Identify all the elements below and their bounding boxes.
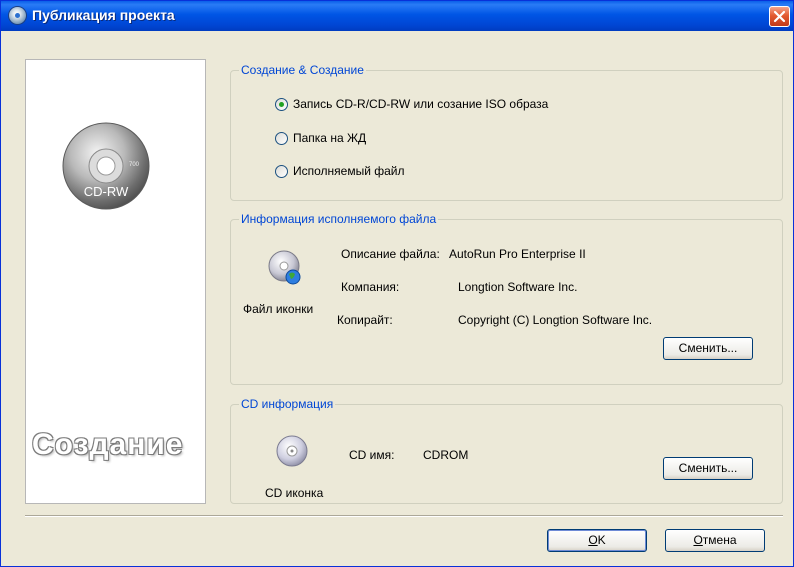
title-bar[interactable]: Публикация проекта (1, 1, 793, 31)
ok-label: K (597, 533, 606, 547)
file-icon-caption: Файл иконки (243, 302, 314, 316)
publish-project-dialog: Публикация проекта CD-RW 700 Создание Со… (0, 0, 794, 567)
radio-hdd-folder-label[interactable]: Папка на ЖД (293, 131, 366, 145)
company-label: Компания: (341, 280, 400, 294)
cd-info-group: CD информация CD иконка CD имя: CDROM См… (230, 397, 783, 504)
cd-rw-label: CD-RW (84, 184, 129, 199)
file-icon-preview[interactable] (267, 250, 303, 286)
close-button[interactable] (769, 6, 790, 27)
change-file-icon-button[interactable]: Сменить... (663, 337, 753, 360)
side-banner: CD-RW 700 Создание (25, 59, 206, 504)
radio-burn-cd-label[interactable]: Запись CD-R/CD-RW или созание ISO образа (293, 97, 548, 111)
cd-rw-disc-icon: CD-RW 700 (62, 122, 150, 210)
description-label: Описание файла: (341, 247, 440, 261)
radio-executable-label[interactable]: Исполняемый файл (293, 164, 405, 178)
cd-icon-preview[interactable] (275, 434, 309, 468)
description-value: AutoRun Pro Enterprise II (449, 247, 586, 261)
cd-name-value: CDROM (423, 448, 469, 462)
footer-separator (25, 515, 783, 517)
change-cd-icon-button[interactable]: Сменить... (663, 457, 753, 480)
cd-icon-caption: CD иконка (265, 486, 324, 500)
ok-accelerator: O (588, 533, 598, 547)
cancel-label: тмена (702, 533, 737, 547)
creation-group-title: Создание & Создание (239, 63, 366, 77)
radio-selected-dot (279, 102, 284, 107)
executable-info-group-title: Информация исполняемого файла (239, 212, 439, 226)
cancel-button[interactable]: Отмена (665, 529, 765, 552)
side-watermark-text: Создание (32, 428, 184, 461)
radio-circle[interactable] (275, 132, 288, 145)
copyright-value: Copyright (C) Longtion Software Inc. (458, 313, 653, 327)
cd-info-group-title: CD информация (239, 397, 336, 411)
cancel-accelerator: О (693, 533, 703, 547)
cd-capacity-label: 700 (129, 162, 140, 168)
close-icon (773, 10, 786, 23)
radio-circle[interactable] (275, 98, 288, 111)
cd-name-label: CD имя: (349, 448, 395, 462)
executable-info-group: Информация исполняемого файла Файл иконк… (230, 212, 783, 385)
window-title: Публикация проекта (32, 7, 175, 23)
app-disc-icon (9, 7, 26, 24)
ok-button[interactable]: OK (547, 529, 647, 552)
copyright-label: Копирайт: (337, 313, 393, 327)
radio-circle[interactable] (275, 165, 288, 178)
company-value: Longtion Software Inc. (458, 280, 578, 294)
creation-group: Создание & Создание Запись CD-R/CD-RW ил… (230, 63, 783, 201)
